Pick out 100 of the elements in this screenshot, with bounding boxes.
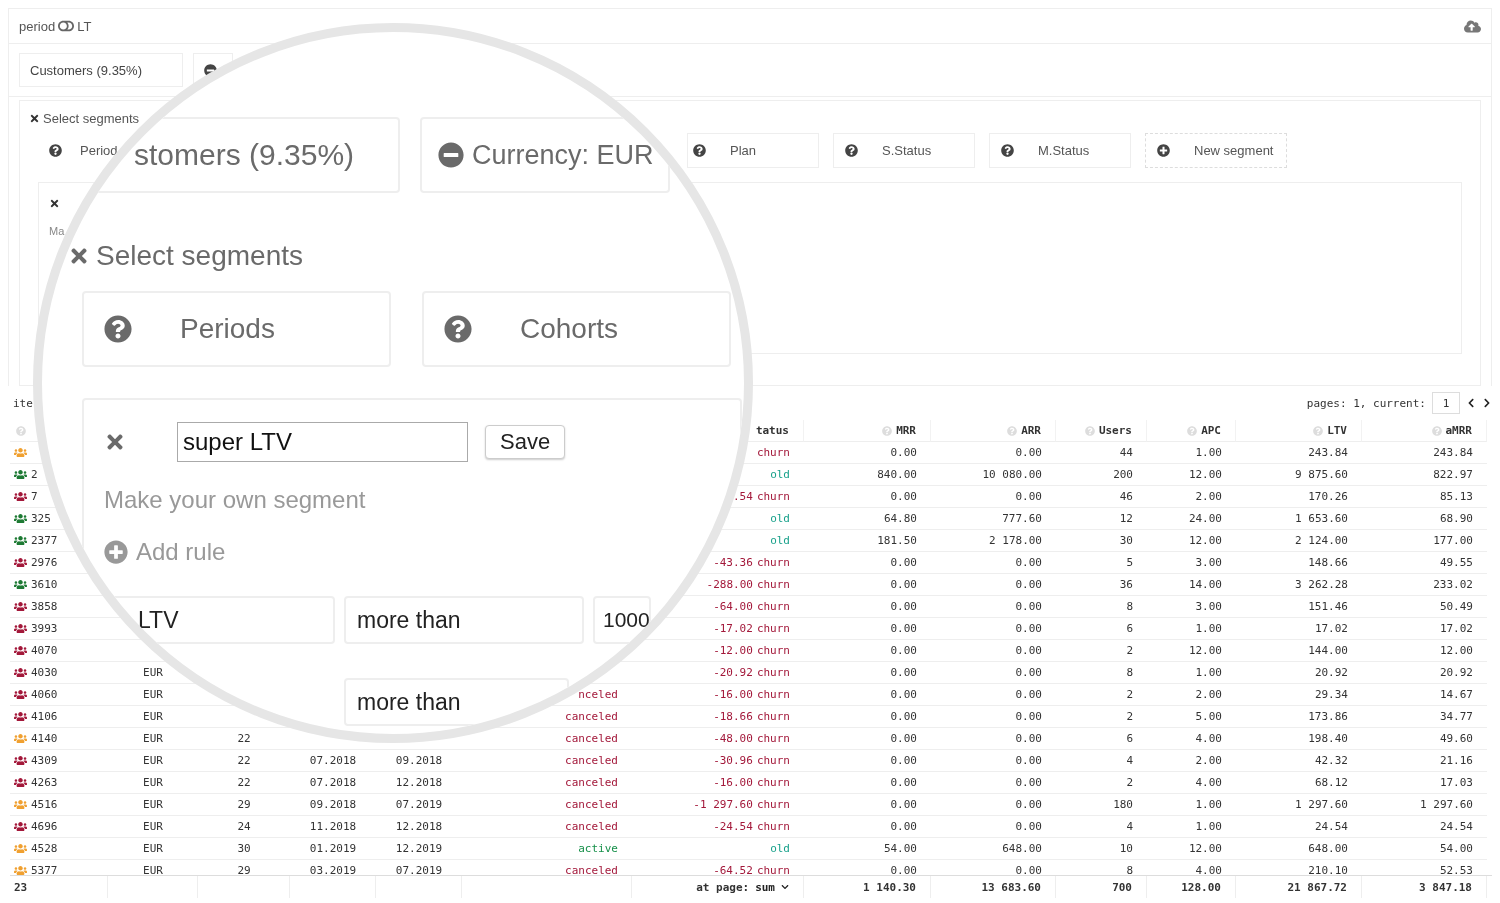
table-cell: 210.10 bbox=[1308, 864, 1348, 875]
table-cell: 29.34 bbox=[1314, 688, 1348, 701]
table-cell: 17.02 bbox=[1439, 622, 1473, 635]
table-cell: 170.26 bbox=[1308, 490, 1348, 503]
table-cell: 6 bbox=[1126, 622, 1133, 635]
name-field[interactable]: super LTV bbox=[177, 422, 468, 462]
change-text: churn bbox=[756, 710, 790, 723]
status-text: canceled bbox=[565, 820, 618, 833]
previous-button[interactable] bbox=[1466, 398, 1476, 408]
segment-button[interactable]: M.Status bbox=[989, 133, 1131, 168]
table-cell: 2 bbox=[1126, 710, 1133, 723]
change-text: churn bbox=[756, 776, 790, 789]
table-cell: -17.02 bbox=[713, 622, 753, 635]
column-header[interactable]: tatus bbox=[755, 424, 789, 437]
help-icon bbox=[104, 315, 132, 343]
table-cell: 12.00 bbox=[1188, 468, 1222, 481]
save-button[interactable]: Save bbox=[485, 425, 566, 459]
table-cell: EUR bbox=[143, 820, 163, 833]
table-cell: EUR bbox=[143, 688, 163, 701]
table-cell: 0.00 bbox=[1015, 776, 1042, 789]
status-text: active bbox=[578, 842, 618, 855]
group-button[interactable]: Cohorts bbox=[422, 291, 731, 367]
table-cell: 21.16 bbox=[1439, 754, 1473, 767]
operator-select[interactable]: more than bbox=[344, 596, 584, 644]
table-cell: 181.50 bbox=[877, 534, 917, 547]
table-cell: 0.00 bbox=[1015, 600, 1042, 613]
total-cell: 3 847.18 bbox=[1419, 880, 1472, 894]
table-cell: 0.00 bbox=[1015, 446, 1042, 459]
change-text: churn bbox=[756, 578, 790, 591]
table-cell: 0.00 bbox=[890, 798, 917, 811]
table-cell: 29 bbox=[237, 798, 251, 811]
table-cell: 20.92 bbox=[1314, 666, 1348, 679]
total-cell: 13 683.60 bbox=[981, 880, 1041, 894]
table-cell: 46 bbox=[1119, 490, 1133, 503]
table-cell: 14.00 bbox=[1188, 578, 1222, 591]
table-cell: 22 bbox=[237, 754, 251, 767]
table-cell: 2 bbox=[1126, 644, 1133, 657]
table-cell: 3610 bbox=[31, 578, 58, 591]
table-cell: 0.00 bbox=[890, 688, 917, 701]
table-cell: 3993 bbox=[31, 622, 58, 635]
change-text: churn bbox=[756, 556, 790, 569]
aggregate-select[interactable]: sum bbox=[755, 880, 789, 894]
table-cell: 85.13 bbox=[1439, 490, 1473, 503]
column-header[interactable]: MRR bbox=[896, 424, 916, 437]
segment-button[interactable]: S.Status bbox=[833, 133, 975, 168]
table-cell: 12.2019 bbox=[395, 842, 443, 855]
table-cell: 0.00 bbox=[890, 578, 917, 591]
table-cell: 0.00 bbox=[1015, 578, 1042, 591]
table-cell: 0.00 bbox=[890, 600, 917, 613]
table-cell: 0.00 bbox=[1015, 798, 1042, 811]
table-cell: EUR bbox=[143, 710, 163, 723]
table-cell: EUR bbox=[143, 666, 163, 679]
table-cell: 200 bbox=[1113, 468, 1133, 481]
close-icon[interactable] bbox=[49, 198, 60, 209]
table-cell: 49.55 bbox=[1439, 556, 1473, 569]
table-cell: 198.40 bbox=[1308, 732, 1348, 745]
help-icon bbox=[444, 315, 472, 343]
table-cell: 0.00 bbox=[1015, 644, 1042, 657]
total-cell: 700 bbox=[1112, 880, 1132, 894]
segment-button[interactable]: New segment bbox=[1145, 133, 1287, 168]
table-cell: 148.66 bbox=[1308, 556, 1348, 569]
table-cell: 17.03 bbox=[1439, 776, 1473, 789]
column-header[interactable]: LTV bbox=[1327, 424, 1347, 437]
table-cell: 1.00 bbox=[1195, 622, 1222, 635]
table-cell: 2976 bbox=[31, 556, 58, 569]
table-cell: 5 bbox=[1126, 556, 1133, 569]
table-cell: 0.00 bbox=[1015, 666, 1042, 679]
table-cell: 4106 bbox=[31, 710, 58, 723]
column-header[interactable]: aMRR bbox=[1445, 424, 1472, 437]
table-cell: 1 653.60 bbox=[1295, 512, 1348, 525]
value-field[interactable]: 1000 bbox=[593, 596, 651, 644]
table-cell: 0.00 bbox=[890, 622, 917, 635]
table-cell: 4528 bbox=[31, 842, 58, 855]
change-text: old bbox=[770, 842, 790, 855]
table-cell: -288.00 bbox=[706, 578, 753, 591]
table-cell: 5377 bbox=[31, 864, 58, 875]
page-field[interactable]: 1 bbox=[1432, 392, 1460, 414]
toggle-switch[interactable] bbox=[58, 18, 75, 34]
column-header[interactable]: Users bbox=[1098, 424, 1132, 437]
table-cell: 4070 bbox=[31, 644, 58, 657]
table-cell: 03.2019 bbox=[309, 864, 357, 875]
status-text: canceled bbox=[565, 732, 618, 745]
group-button[interactable]: Periods bbox=[82, 291, 391, 367]
table-cell: 6 bbox=[1126, 732, 1133, 745]
table-cell: 177.00 bbox=[1433, 534, 1473, 547]
table-cell: 648.00 bbox=[1002, 842, 1042, 855]
table-cell: 0.00 bbox=[890, 666, 917, 679]
column-header[interactable]: APC bbox=[1201, 424, 1221, 437]
table-cell: 12.00 bbox=[1439, 644, 1473, 657]
table-cell: 20.92 bbox=[1439, 666, 1473, 679]
table-cell: 10 080.00 bbox=[982, 468, 1042, 481]
next-button[interactable] bbox=[1482, 398, 1492, 408]
period-label: period bbox=[19, 18, 56, 34]
close-icon[interactable] bbox=[68, 245, 90, 267]
table-cell: 2 bbox=[1126, 776, 1133, 789]
column-header[interactable]: ARR bbox=[1021, 424, 1041, 437]
table-cell: 09.2018 bbox=[395, 754, 443, 767]
table-cell: 2.00 bbox=[1195, 754, 1222, 767]
close-icon[interactable] bbox=[29, 113, 40, 124]
segment-label: Currency: EUR bbox=[472, 139, 654, 171]
